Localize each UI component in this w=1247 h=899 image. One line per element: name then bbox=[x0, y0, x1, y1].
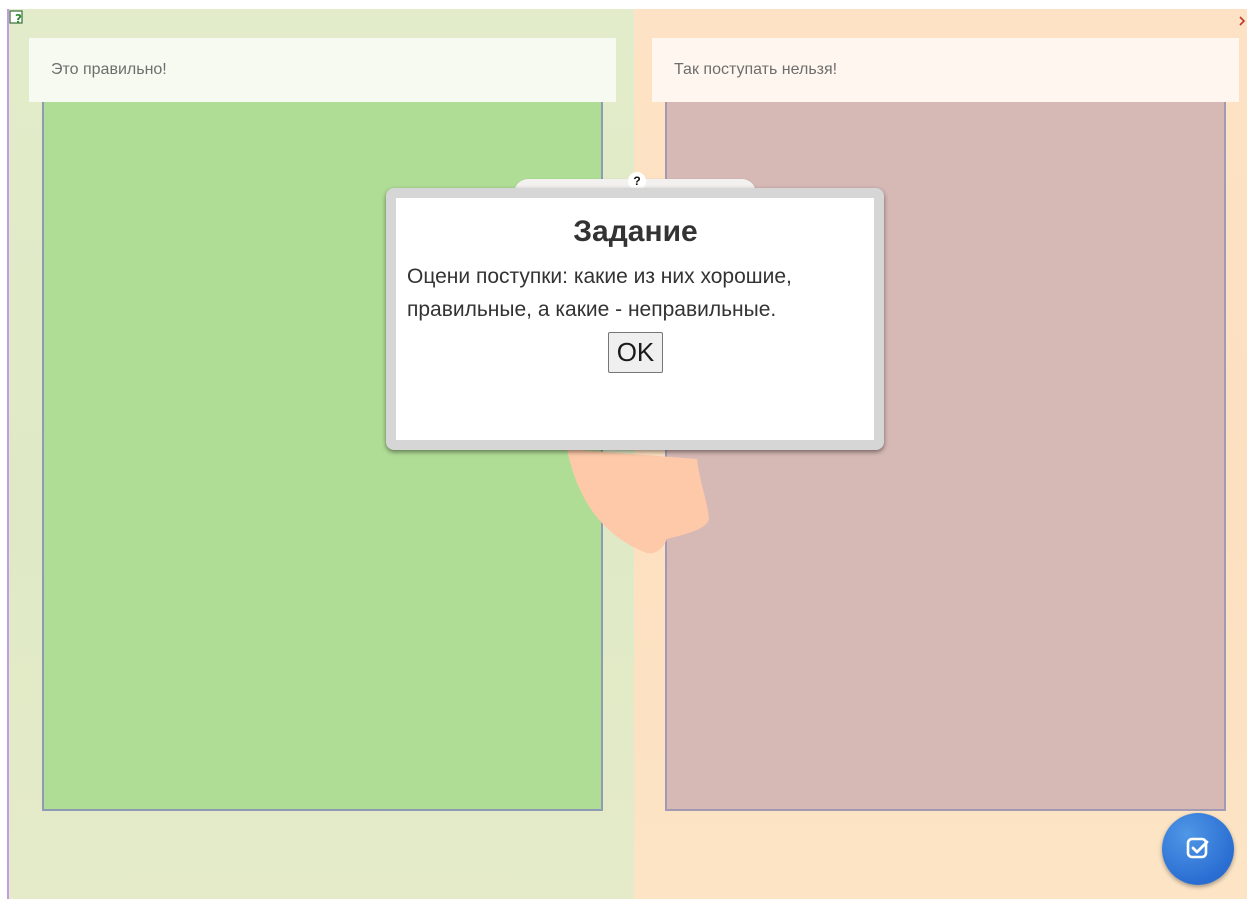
category-header-wrong: Так поступать нельзя! bbox=[652, 38, 1239, 102]
dialog-title: Задание bbox=[573, 215, 698, 248]
task-dialog-body: Задание Оцени поступки: какие из них хор… bbox=[396, 198, 874, 440]
task-dialog: Задание Оцени поступки: какие из них хор… bbox=[386, 188, 884, 450]
check-square-icon bbox=[1186, 837, 1209, 859]
category-label-wrong: Так поступать нельзя! bbox=[674, 61, 838, 78]
category-label-correct: Это правильно! bbox=[51, 61, 167, 78]
dialog-actions: OK bbox=[407, 332, 864, 373]
ok-button[interactable]: OK bbox=[607, 332, 664, 373]
svg-text:?: ? bbox=[15, 12, 22, 26]
sorting-activity: Это правильно! Так поступать нельзя! ? З… bbox=[7, 9, 1247, 899]
check-answers-button[interactable] bbox=[1162, 813, 1234, 885]
hand-illustration bbox=[567, 449, 709, 554]
close-icon[interactable] bbox=[1239, 13, 1246, 26]
help-window-icon[interactable]: ? bbox=[9, 10, 25, 26]
category-header-correct: Это правильно! bbox=[29, 38, 616, 102]
dialog-text: Оцени поступки: какие из них хорошие, пр… bbox=[407, 265, 792, 321]
